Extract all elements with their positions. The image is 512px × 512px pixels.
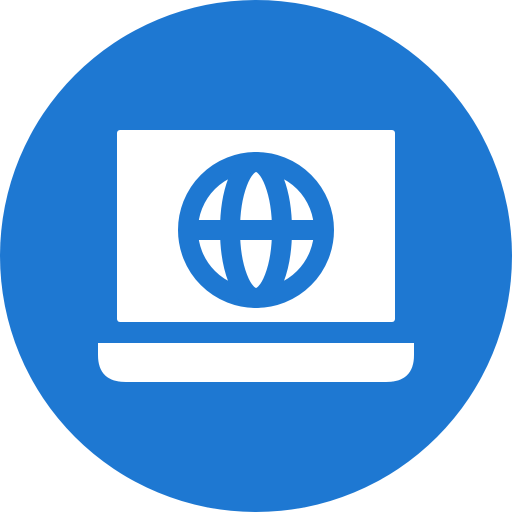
- laptop-base: [98, 343, 414, 382]
- laptop-globe-icon: [0, 0, 512, 512]
- laptop-globe-svg: [0, 0, 512, 512]
